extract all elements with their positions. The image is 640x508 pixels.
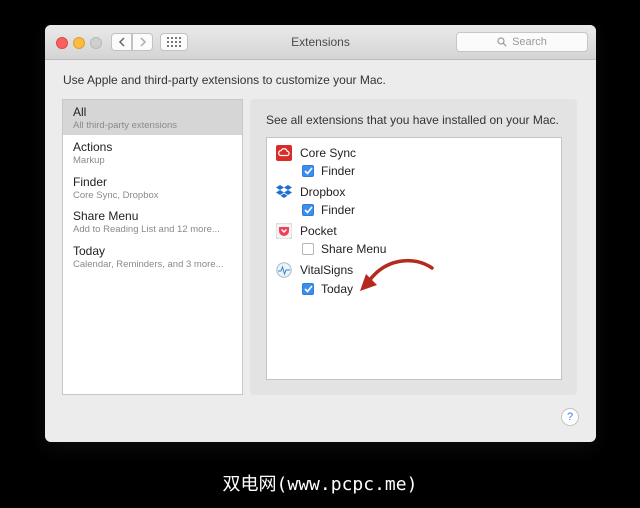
search-placeholder: Search <box>512 36 547 48</box>
sidebar-item-title: Actions <box>73 140 113 154</box>
app-core-sync: Core Sync <box>276 144 356 162</box>
vitalsigns-icon <box>276 262 292 278</box>
app-name: Pocket <box>300 224 337 238</box>
sidebar-item-share-menu[interactable]: Share Menu Add to Reading List and 12 mo… <box>63 204 242 239</box>
title-bar: Extensions Search <box>45 25 596 60</box>
adobe-creative-cloud-icon <box>276 145 292 161</box>
app-name: Dropbox <box>300 185 346 199</box>
extension-label: Finder <box>321 164 356 178</box>
app-pocket: Pocket <box>276 222 337 240</box>
checkmark-icon <box>303 285 313 293</box>
help-button[interactable]: ? <box>561 408 579 426</box>
extension-label: Share Menu <box>321 242 387 256</box>
sidebar-item-today[interactable]: Today Calendar, Reminders, and 3 more... <box>63 239 242 274</box>
extension-checkbox[interactable] <box>302 165 314 177</box>
dropbox-icon <box>276 184 292 200</box>
sidebar-item-title: All <box>73 105 87 119</box>
checkmark-icon <box>303 167 313 175</box>
sidebar-item-title: Finder <box>73 175 108 189</box>
extension-label: Today <box>321 282 354 296</box>
app-dropbox: Dropbox <box>276 183 345 201</box>
extensions-window: Extensions Search Use Apple and third-pa… <box>45 25 596 442</box>
app-name: Core Sync <box>300 146 357 160</box>
extension-checkbox[interactable] <box>302 204 314 216</box>
sidebar-item-subtitle: Calendar, Reminders, and 3 more... <box>73 259 224 270</box>
panel-description: See all extensions that you have install… <box>266 113 559 127</box>
extension-checkbox[interactable] <box>302 243 314 255</box>
sidebar-item-finder[interactable]: Finder Core Sync, Dropbox <box>63 170 242 205</box>
category-sidebar: All All third-party extensions Actions M… <box>62 99 243 395</box>
extension-row[interactable]: Finder <box>302 202 355 218</box>
app-name: VitalSigns <box>300 263 354 277</box>
search-icon <box>497 37 507 47</box>
extension-label: Finder <box>321 203 356 217</box>
watermark-text: 双电网(www.pcpc.me) <box>222 474 418 495</box>
extension-checkbox[interactable] <box>302 283 314 295</box>
sidebar-item-subtitle: Add to Reading List and 12 more... <box>73 224 220 235</box>
extension-row[interactable]: Finder <box>302 163 355 179</box>
extension-row[interactable]: Today <box>302 281 353 297</box>
sidebar-item-title: Today <box>73 244 106 258</box>
extensions-panel: See all extensions that you have install… <box>250 99 577 395</box>
sidebar-item-subtitle: Core Sync, Dropbox <box>73 190 159 201</box>
pocket-icon <box>276 223 292 239</box>
search-field[interactable]: Search <box>456 32 588 52</box>
annotation-arrow-icon <box>360 258 434 291</box>
sidebar-item-subtitle: All third-party extensions <box>73 120 178 131</box>
sidebar-item-actions[interactable]: Actions Markup <box>63 135 242 170</box>
page-description: Use Apple and third-party extensions to … <box>63 73 386 87</box>
sidebar-item-all[interactable]: All All third-party extensions <box>63 100 242 135</box>
sidebar-item-title: Share Menu <box>73 209 139 223</box>
sidebar-item-subtitle: Markup <box>73 155 105 166</box>
app-vitalsigns: VitalSigns <box>276 261 353 279</box>
checkmark-icon <box>303 206 313 214</box>
